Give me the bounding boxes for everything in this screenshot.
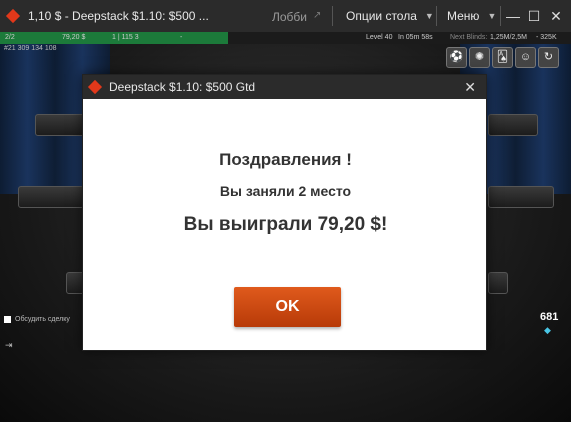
chat-deal-toggle[interactable]: Обсудить сделку xyxy=(4,316,70,323)
chevron-down-icon: ▼ xyxy=(424,11,434,21)
close-icon[interactable]: ✕ xyxy=(548,8,564,24)
divider xyxy=(436,6,437,26)
next-blinds-value: 1,25M/2,5M xyxy=(490,34,527,41)
congrats-heading: Поздравления ! xyxy=(219,150,352,169)
congrats-dialog: Deepstack $1.10: $500 Gtd ✕ Поздравления… xyxy=(82,74,487,351)
level-info: 1 | 115 3 xyxy=(112,34,139,41)
checkbox-icon[interactable] xyxy=(4,316,11,323)
chevron-down-icon: ▼ xyxy=(487,11,497,21)
cards-icon[interactable]: 🂡 xyxy=(492,47,513,68)
roulette-icon[interactable]: ✺ xyxy=(469,47,490,68)
table-options-label: Опции стола xyxy=(346,9,417,23)
menu-label: Меню xyxy=(447,9,480,23)
window-titlebar: 1,10 $ - Deepstack $1.10: $500 ... Лобби… xyxy=(0,0,571,32)
pokerstars-logo-icon xyxy=(6,9,20,23)
divider xyxy=(500,6,501,26)
players-count: 2/2 xyxy=(5,34,15,41)
menu-button[interactable]: Меню ▼ xyxy=(447,0,496,32)
dialog-title: Deepstack $1.10: $500 Gtd xyxy=(109,80,256,94)
ante-value: - 325K xyxy=(536,34,557,41)
lobby-link[interactable]: Лобби xyxy=(272,10,307,24)
winnings-text: Вы выиграли 79,20 $! xyxy=(183,214,388,235)
seat-slot xyxy=(35,114,85,136)
exit-arrow-icon[interactable]: ⇥ xyxy=(5,340,13,351)
lobby-arrow-icon: ↗ xyxy=(313,10,322,21)
ball-icon[interactable]: ⚽ xyxy=(446,47,467,68)
seat-slot xyxy=(18,186,84,208)
level-timer: In 05m 58s xyxy=(398,34,433,41)
close-icon[interactable]: ✕ xyxy=(464,79,476,96)
place-text: Вы заняли 2 место xyxy=(219,183,352,199)
diamond-icon: ◆ xyxy=(544,325,551,335)
minimize-icon[interactable]: — xyxy=(505,8,521,24)
level-label: Level 40 xyxy=(366,34,393,41)
seat-slot xyxy=(488,114,538,136)
seat-slot xyxy=(488,272,508,294)
table-options-button[interactable]: Опции стола ▼ xyxy=(346,0,434,32)
avatar-icon[interactable]: ☺ xyxy=(515,47,536,68)
divider xyxy=(332,6,333,26)
chat-deal-label: Обсудить сделку xyxy=(15,316,70,323)
dialog-header: Deepstack $1.10: $500 Gtd ✕ xyxy=(83,75,486,99)
next-blinds-label: Next Blinds: xyxy=(450,34,488,41)
plus-value: - xyxy=(180,34,183,41)
window-title: 1,10 $ - Deepstack $1.10: $500 ... xyxy=(28,9,209,23)
maximize-icon[interactable]: ☐ xyxy=(526,8,542,24)
stack-value: 79,20 $ xyxy=(62,34,86,41)
refresh-icon[interactable]: ↻ xyxy=(538,47,559,68)
seat-slot xyxy=(488,186,554,208)
ok-button[interactable]: OK xyxy=(234,287,341,327)
diamond-score: 681 xyxy=(540,311,559,323)
hand-id: #21 309 134 108 xyxy=(4,45,57,52)
table-icons: ⚽ ✺ 🂡 ☺ ↻ xyxy=(446,47,559,68)
table-status-bar: 2/2 79,20 $ 1 | 115 3 - Level 40 In 05m … xyxy=(0,32,571,44)
pokerstars-logo-icon xyxy=(88,80,102,94)
